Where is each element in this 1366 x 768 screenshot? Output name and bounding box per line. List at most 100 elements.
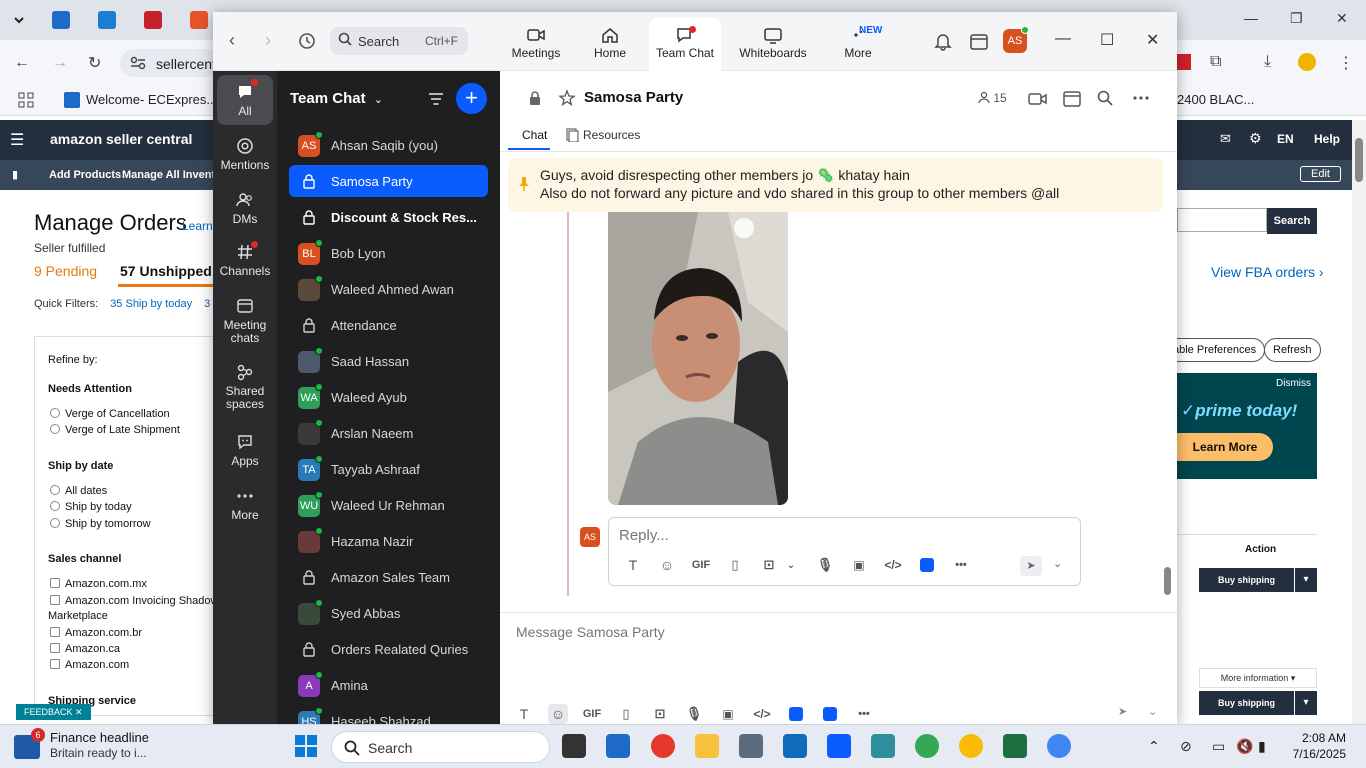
tab-team-chat[interactable]: Team Chat: [649, 18, 721, 71]
taskbar-chrome3-icon[interactable]: [959, 734, 983, 758]
zoom-search[interactable]: Search Ctrl+F: [330, 27, 468, 55]
shared-photo[interactable]: [608, 212, 788, 505]
tab-whiteboards[interactable]: Whiteboards: [735, 18, 811, 71]
composer-more-icon[interactable]: •••: [854, 704, 874, 724]
file-icon[interactable]: ▯: [725, 555, 745, 575]
tab-s-icon[interactable]: [190, 11, 208, 29]
learn-link[interactable]: Learn: [182, 219, 213, 233]
filter-ship-today[interactable]: Ship by today: [50, 501, 132, 513]
page-scrollbar[interactable]: [1352, 120, 1366, 724]
reply-input[interactable]: [619, 525, 1059, 545]
extension-icon[interactable]: ⧉: [1210, 53, 1221, 71]
tab-unshipped[interactable]: 57 Unshipped: [120, 263, 212, 279]
chat-more-icon[interactable]: [1132, 95, 1150, 101]
chat-list-item[interactable]: Arslan Naeem: [289, 417, 488, 449]
taskbar-chrome4-icon[interactable]: [1047, 734, 1071, 758]
composer-video-icon[interactable]: ▣: [718, 704, 738, 724]
page-scroll-thumb[interactable]: [1355, 138, 1363, 182]
notifications-bell-icon[interactable]: [933, 31, 953, 51]
chat-list-item[interactable]: Amazon Sales Team: [289, 561, 488, 593]
chat-list-item[interactable]: Syed Abbas: [289, 597, 488, 629]
chat-scrollbar[interactable]: [1164, 161, 1172, 601]
filter-amazon-com[interactable]: Amazon.com: [50, 659, 129, 671]
members-count[interactable]: 15: [978, 91, 1007, 105]
chat-search-icon[interactable]: [1097, 90, 1113, 106]
help-link[interactable]: Help: [1314, 132, 1340, 146]
clock-time[interactable]: 2:08 AM: [1296, 731, 1346, 745]
composer-send-options-icon[interactable]: ⌄: [1148, 705, 1157, 718]
chat-list-item[interactable]: WU Waleed Ur Rehman: [289, 489, 488, 521]
view-fba-link[interactable]: View FBA orders ›: [1211, 264, 1324, 280]
tray-battery-icon[interactable]: ▮: [1258, 738, 1266, 755]
rail-dms[interactable]: DMs: [217, 187, 273, 233]
buy-shipping-button-2[interactable]: Buy shipping: [1199, 691, 1294, 715]
settings-icon[interactable]: ⚙: [1249, 130, 1262, 147]
browser-minimize-icon[interactable]: —: [1244, 10, 1258, 26]
tab-list-icon[interactable]: [10, 11, 28, 29]
chat-list-item[interactable]: AS Ahsan Saqib (you): [289, 129, 488, 161]
buy-shipping-button-1[interactable]: Buy shipping: [1199, 568, 1294, 592]
zoom-back-icon[interactable]: ‹: [229, 30, 235, 51]
composer-gif-button[interactable]: GIF: [582, 704, 602, 724]
tab-chat[interactable]: Chat: [522, 128, 547, 142]
edit-button[interactable]: Edit: [1300, 166, 1341, 182]
browser-close-icon[interactable]: ✕: [1336, 10, 1348, 27]
pinned-message[interactable]: Guys, avoid disrespecting other members …: [508, 158, 1163, 212]
chat-list-item[interactable]: Samosa Party: [289, 165, 488, 197]
buy-shipping-dropdown-2[interactable]: ▾: [1294, 691, 1317, 715]
windows-start-icon[interactable]: [294, 734, 318, 758]
tab-ecexpress-icon[interactable]: [52, 11, 70, 29]
download-icon[interactable]: ⤓: [1264, 53, 1271, 71]
more-options-icon[interactable]: •••: [951, 555, 971, 575]
calendar-icon[interactable]: [969, 31, 989, 51]
rail-all[interactable]: All: [217, 75, 273, 125]
clock-date[interactable]: 7/16/2025: [1276, 747, 1346, 761]
filter-amazon-invoicing[interactable]: Amazon.com Invoicing Shadow: [50, 595, 218, 607]
taskbar-chrome2-icon[interactable]: [915, 734, 939, 758]
tray-display-icon[interactable]: ▭: [1212, 738, 1225, 755]
site-settings-icon[interactable]: [130, 56, 146, 70]
tab-pending[interactable]: 9 Pending: [34, 263, 97, 279]
chat-list-item[interactable]: A Amina: [289, 669, 488, 701]
taskbar-outlook-icon[interactable]: [783, 734, 807, 758]
filter-all-dates[interactable]: All dates: [50, 485, 107, 497]
nav-add-products[interactable]: Add Products: [49, 169, 121, 181]
taskbar-excel-icon[interactable]: [1003, 734, 1027, 758]
composer-code-icon[interactable]: </>: [752, 704, 772, 724]
tray-volume-icon[interactable]: 🔇: [1236, 738, 1253, 755]
profile-icon[interactable]: [1298, 53, 1316, 71]
adobe-ext-icon[interactable]: [1177, 54, 1191, 70]
language-select[interactable]: EN: [1277, 132, 1294, 146]
star-icon[interactable]: [558, 89, 576, 107]
amazon-menu-icon[interactable]: ☰: [10, 130, 24, 150]
filter-icon[interactable]: [427, 90, 445, 108]
video-message-icon[interactable]: ▣: [849, 555, 869, 575]
bookmark-right[interactable]: 2400 BLAC...: [1177, 92, 1254, 107]
chat-list-item[interactable]: HS Haseeb Shahzad: [289, 705, 488, 724]
gif-button[interactable]: GIF: [691, 555, 711, 575]
code-snippet-icon[interactable]: </>: [883, 555, 903, 575]
chat-list-item[interactable]: Orders Realated Quries: [289, 633, 488, 665]
emoji-icon[interactable]: ☺: [657, 555, 677, 575]
prime-dismiss[interactable]: Dismiss: [1276, 378, 1311, 389]
rail-meeting-chats[interactable]: Meeting chats: [217, 293, 273, 349]
chat-list-header[interactable]: Team Chat ⌄: [290, 90, 383, 107]
video-call-icon[interactable]: [1028, 91, 1048, 107]
chat-list-item[interactable]: Waleed Ahmed Awan: [289, 273, 488, 305]
rail-shared-spaces[interactable]: Shared spaces: [217, 359, 273, 415]
tab-store-icon[interactable]: [144, 11, 162, 29]
filter-amazon-ca[interactable]: Amazon.ca: [50, 643, 120, 655]
composer-mic-icon[interactable]: 🎙: [684, 704, 704, 724]
buy-shipping-dropdown-1[interactable]: ▾: [1294, 568, 1317, 592]
composer-app2-icon[interactable]: [820, 704, 840, 724]
tab-home[interactable]: Home: [583, 18, 637, 71]
taskbar-chrome-icon[interactable]: [651, 734, 675, 758]
filter-verge-late[interactable]: Verge of Late Shipment: [50, 424, 180, 436]
rail-channels[interactable]: Channels: [217, 239, 273, 285]
more-information-button[interactable]: More information ▾: [1199, 668, 1317, 688]
microphone-icon[interactable]: 🎙: [815, 555, 835, 575]
chat-list-item[interactable]: Discount & Stock Res...: [289, 201, 488, 233]
history-icon[interactable]: [297, 31, 317, 51]
chat-list-item[interactable]: BL Bob Lyon: [289, 237, 488, 269]
filter-amazon-br[interactable]: Amazon.com.br: [50, 627, 142, 639]
